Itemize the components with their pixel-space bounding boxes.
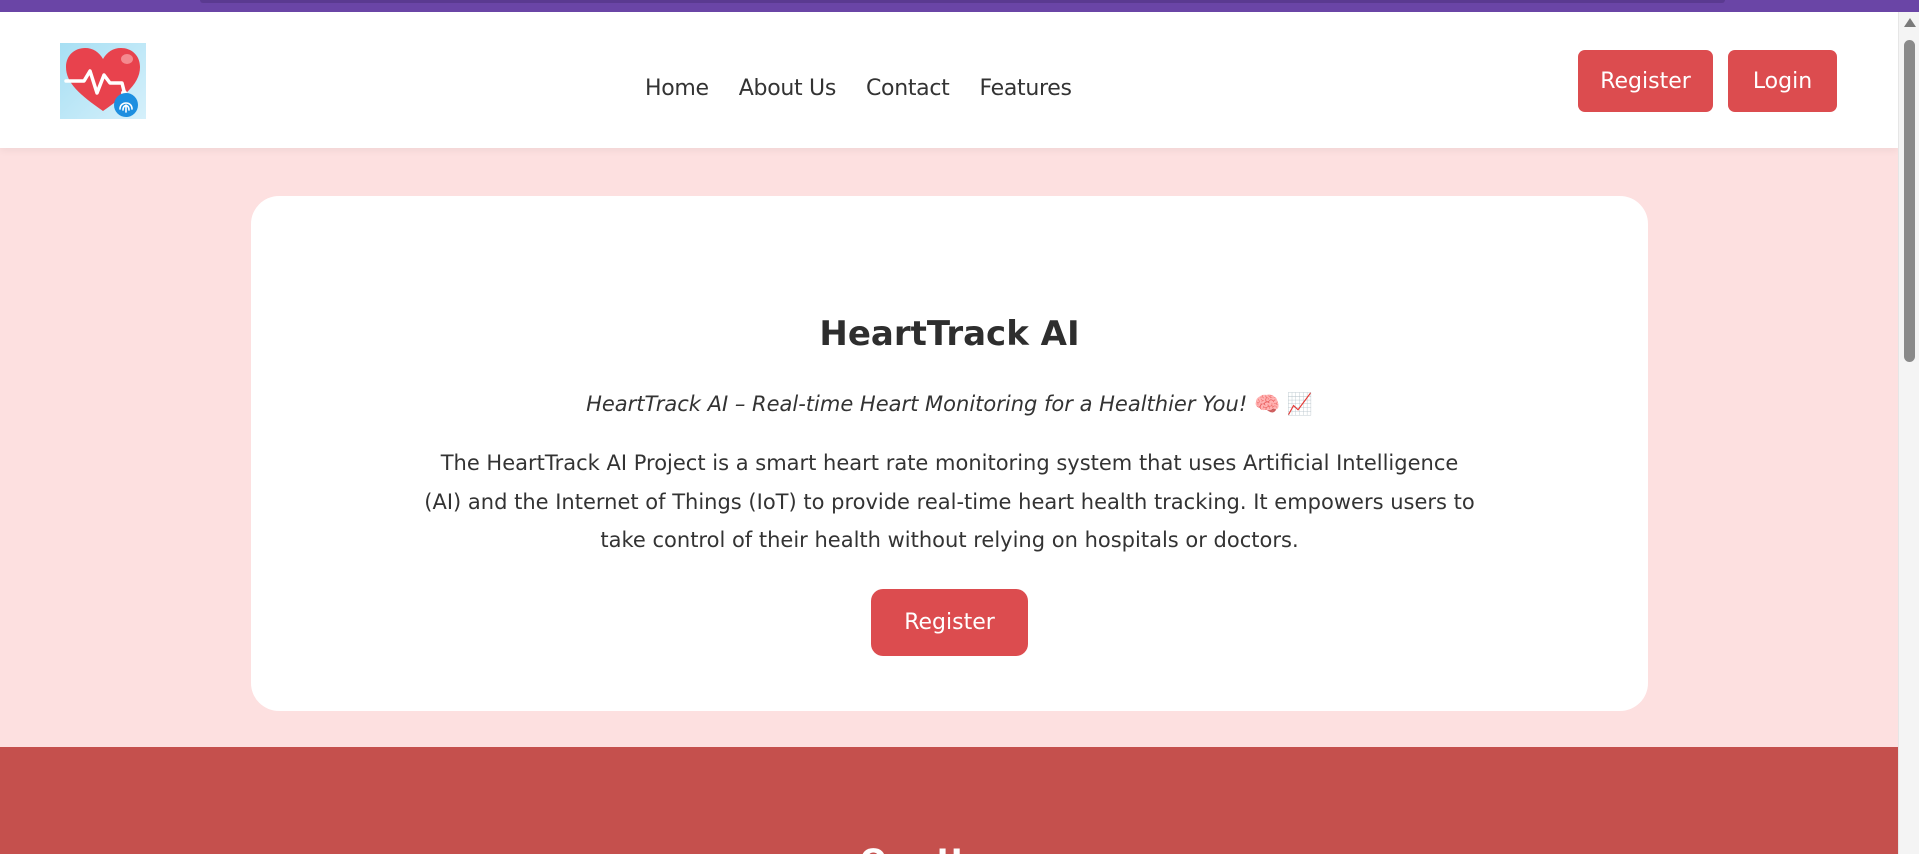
hero-tagline: HeartTrack AI – Real-time Heart Monitori… xyxy=(251,392,1648,417)
logo[interactable] xyxy=(60,43,146,119)
nav-link-contact[interactable]: Contact xyxy=(866,76,950,101)
nav-login-button[interactable]: Login xyxy=(1728,50,1837,112)
hero-register-button[interactable]: Register xyxy=(871,589,1028,656)
heart-pulse-fingerprint-icon xyxy=(64,48,140,117)
users-section: Our Users xyxy=(0,747,1898,854)
users-section-title: Our Users xyxy=(0,842,1898,854)
hero-tagline-text: HeartTrack AI – Real-time Heart Monitori… xyxy=(586,392,1248,416)
nav-link-features[interactable]: Features xyxy=(979,76,1072,101)
browser-top-strip xyxy=(0,0,1919,12)
nav-register-button[interactable]: Register xyxy=(1578,50,1713,112)
scroll-up-arrow-icon[interactable] xyxy=(1904,18,1916,27)
nav-link-home[interactable]: Home xyxy=(645,76,709,101)
hero-title: HeartTrack AI xyxy=(819,314,1080,354)
navbar: Home About Us Contact Features Register … xyxy=(0,12,1898,148)
page: Home About Us Contact Features Register … xyxy=(0,12,1898,854)
hero-card: HeartTrack AI HeartTrack AI – Real-time … xyxy=(251,196,1648,711)
hero-description: The HeartTrack AI Project is a smart hea… xyxy=(424,451,1475,552)
main-nav: Home About Us Contact Features xyxy=(645,68,1072,108)
browser-tab-strip xyxy=(200,0,1725,3)
brain-chart-emoji-icon: 🧠 📈 xyxy=(1253,392,1313,416)
nav-link-about-us[interactable]: About Us xyxy=(739,76,837,101)
scrollbar-thumb[interactable] xyxy=(1904,40,1915,362)
page-scrollbar[interactable] xyxy=(1898,12,1919,854)
